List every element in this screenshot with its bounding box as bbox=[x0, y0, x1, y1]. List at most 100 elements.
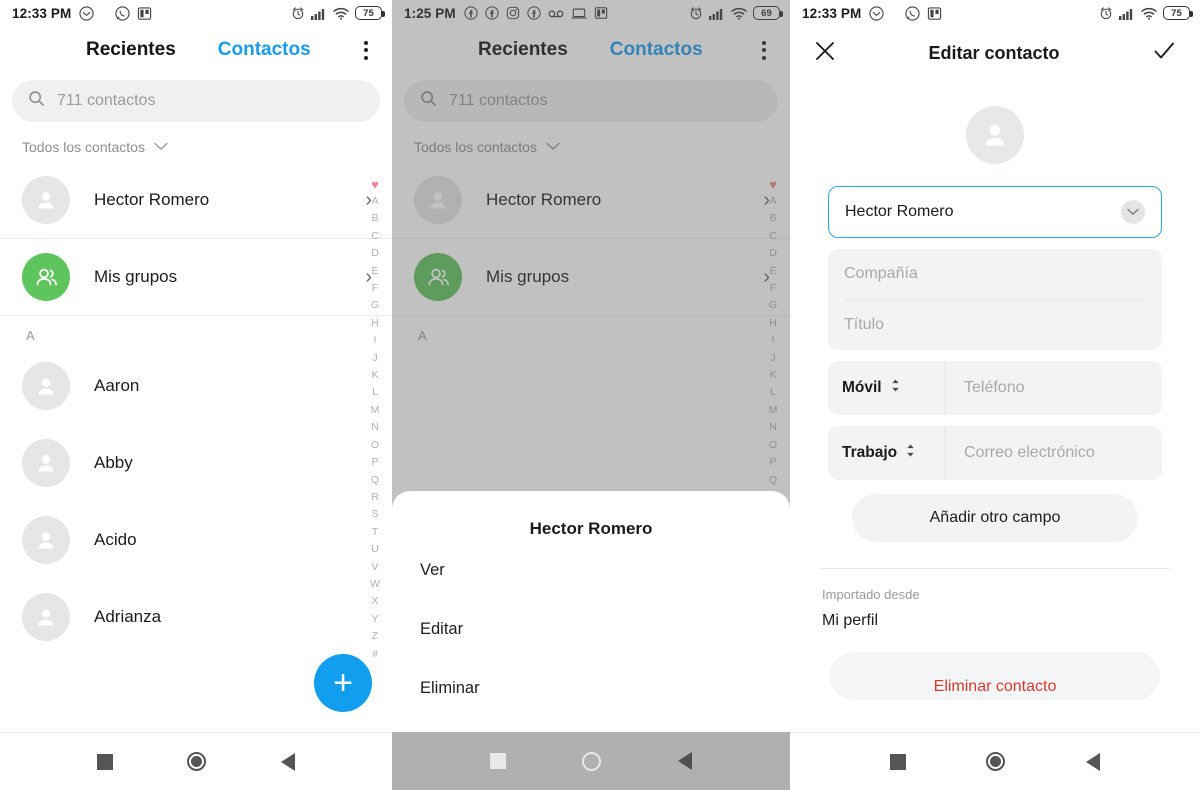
square-icon[interactable] bbox=[97, 753, 114, 770]
triangle-back-icon[interactable] bbox=[677, 752, 692, 770]
index-letter[interactable]: Y bbox=[371, 611, 378, 628]
company-field[interactable]: Compañía bbox=[828, 249, 1162, 299]
index-letter[interactable]: V bbox=[371, 559, 378, 576]
filter-all-contacts[interactable]: Todos los contactos bbox=[392, 122, 790, 162]
index-letter[interactable]: D bbox=[769, 245, 777, 262]
index-letter[interactable]: O bbox=[769, 437, 777, 454]
index-letter[interactable]: M bbox=[371, 402, 380, 419]
kebab-menu-icon[interactable] bbox=[358, 35, 374, 66]
index-letter[interactable]: T bbox=[372, 524, 378, 541]
index-letter[interactable]: H bbox=[769, 315, 777, 332]
close-icon[interactable] bbox=[814, 40, 836, 67]
index-letter[interactable]: I bbox=[772, 332, 775, 349]
list-item[interactable]: Adrianza bbox=[0, 578, 392, 655]
tab-contactos[interactable]: Contactos bbox=[610, 39, 703, 61]
triangle-back-icon[interactable] bbox=[1085, 752, 1100, 771]
index-letter[interactable]: I bbox=[374, 332, 377, 349]
tab-recientes[interactable]: Recientes bbox=[86, 39, 176, 61]
index-letter[interactable]: F bbox=[372, 280, 378, 297]
chevron-down-icon[interactable] bbox=[1121, 200, 1145, 224]
add-another-field-button[interactable]: Añadir otro campo bbox=[852, 494, 1138, 542]
sheet-item-eliminar[interactable]: Eliminar bbox=[392, 659, 790, 718]
index-letter[interactable]: U bbox=[371, 541, 379, 558]
status-time: 1:25 PM bbox=[404, 5, 456, 21]
index-letter[interactable]: G bbox=[769, 297, 777, 314]
list-item[interactable]: Abby bbox=[0, 424, 392, 501]
index-letter[interactable]: R bbox=[371, 489, 379, 506]
filter-label: Todos los contactos bbox=[414, 139, 537, 155]
index-letter[interactable]: Q bbox=[371, 472, 379, 489]
index-letter[interactable]: O bbox=[371, 437, 379, 454]
index-letter[interactable]: L bbox=[770, 384, 776, 401]
index-letter[interactable]: L bbox=[372, 384, 378, 401]
search-input[interactable]: 711 contactos bbox=[12, 80, 380, 122]
index-letter[interactable]: M bbox=[769, 402, 778, 419]
index-letter[interactable]: X bbox=[371, 593, 378, 610]
index-letter[interactable]: G bbox=[371, 297, 379, 314]
index-letter[interactable]: P bbox=[371, 454, 378, 471]
index-letter[interactable]: B bbox=[769, 210, 776, 227]
filter-all-contacts[interactable]: Todos los contactos bbox=[0, 122, 392, 162]
title-field[interactable]: Título bbox=[828, 300, 1162, 350]
square-icon[interactable] bbox=[890, 753, 907, 770]
phone-type-selector[interactable]: Móvil bbox=[828, 361, 946, 415]
name-field[interactable]: Hector Romero bbox=[828, 186, 1162, 238]
tab-recientes[interactable]: Recientes bbox=[478, 39, 568, 61]
circle-icon[interactable] bbox=[187, 752, 207, 771]
index-letter[interactable]: W bbox=[370, 576, 380, 593]
index-letter[interactable]: K bbox=[371, 367, 378, 384]
square-icon[interactable] bbox=[490, 753, 507, 769]
index-letter[interactable]: B bbox=[371, 210, 378, 227]
tab-bar: Recientes Contactos bbox=[392, 26, 790, 74]
email-type-selector[interactable]: Trabajo bbox=[828, 426, 946, 480]
list-item[interactable]: Aaron bbox=[0, 347, 392, 424]
phone-panel-edit-contact: 12:33 PM 75 Editar contacto Hector Romer… bbox=[790, 0, 1200, 790]
circle-icon[interactable] bbox=[986, 752, 1006, 771]
check-icon[interactable] bbox=[1152, 39, 1176, 68]
index-letter[interactable]: D bbox=[371, 245, 379, 262]
triangle-back-icon[interactable] bbox=[280, 752, 295, 771]
list-item-hector-romero[interactable]: Hector Romero › bbox=[0, 162, 392, 238]
search-input[interactable]: 711 contactos bbox=[404, 80, 778, 122]
index-letter[interactable]: # bbox=[372, 646, 378, 663]
index-letter[interactable]: J bbox=[372, 350, 377, 367]
list-item-mis-grupos[interactable]: Mis grupos › bbox=[0, 239, 392, 315]
index-letter[interactable]: N bbox=[371, 419, 379, 436]
email-input[interactable]: Correo electrónico bbox=[946, 426, 1162, 480]
index-letter[interactable]: K bbox=[769, 367, 776, 384]
index-letter[interactable]: A bbox=[769, 193, 776, 210]
index-letter[interactable]: F bbox=[770, 280, 776, 297]
index-letter[interactable]: P bbox=[769, 454, 776, 471]
delete-contact-button[interactable]: Eliminar contacto bbox=[830, 652, 1160, 700]
edit-fields: Hector Romero Compañía Título Móvil Telé… bbox=[828, 186, 1162, 480]
index-letter[interactable]: E bbox=[371, 263, 378, 280]
index-letter[interactable]: Z bbox=[372, 628, 378, 645]
tab-contactos[interactable]: Contactos bbox=[218, 39, 311, 61]
index-letter[interactable]: Q bbox=[769, 472, 777, 489]
index-letter[interactable]: S bbox=[371, 506, 378, 523]
sheet-item-editar[interactable]: Editar bbox=[392, 600, 790, 659]
add-contact-button[interactable]: + bbox=[314, 654, 372, 712]
kebab-menu-icon[interactable] bbox=[756, 35, 772, 66]
index-favorites-heart-icon[interactable]: ♥ bbox=[769, 178, 777, 192]
index-letter[interactable]: N bbox=[769, 419, 777, 436]
wifi-icon bbox=[1141, 7, 1157, 20]
alphabet-index[interactable]: ♥ABCDEFGHIJKLMNOPQRSTUVWXYZ# bbox=[364, 178, 386, 663]
list-item-mis-grupos[interactable]: Mis grupos › bbox=[392, 239, 790, 315]
index-letter[interactable]: C bbox=[371, 228, 379, 245]
index-favorites-heart-icon[interactable]: ♥ bbox=[371, 178, 379, 192]
index-letter[interactable]: E bbox=[769, 263, 776, 280]
index-letter[interactable]: C bbox=[769, 228, 777, 245]
phone-input[interactable]: Teléfono bbox=[946, 361, 1162, 415]
title-placeholder: Título bbox=[844, 316, 885, 333]
list-item[interactable]: Acido bbox=[0, 501, 392, 578]
add-another-field-label: Añadir otro campo bbox=[929, 509, 1061, 526]
contact-avatar[interactable] bbox=[966, 106, 1024, 164]
index-letter[interactable]: J bbox=[770, 350, 775, 367]
index-letter[interactable]: H bbox=[371, 315, 379, 332]
index-letter[interactable]: A bbox=[371, 193, 378, 210]
sheet-item-ver[interactable]: Ver bbox=[392, 541, 790, 600]
alarm-icon bbox=[689, 6, 703, 20]
circle-icon[interactable] bbox=[582, 751, 602, 771]
list-item-hector-romero[interactable]: Hector Romero › bbox=[392, 162, 790, 238]
